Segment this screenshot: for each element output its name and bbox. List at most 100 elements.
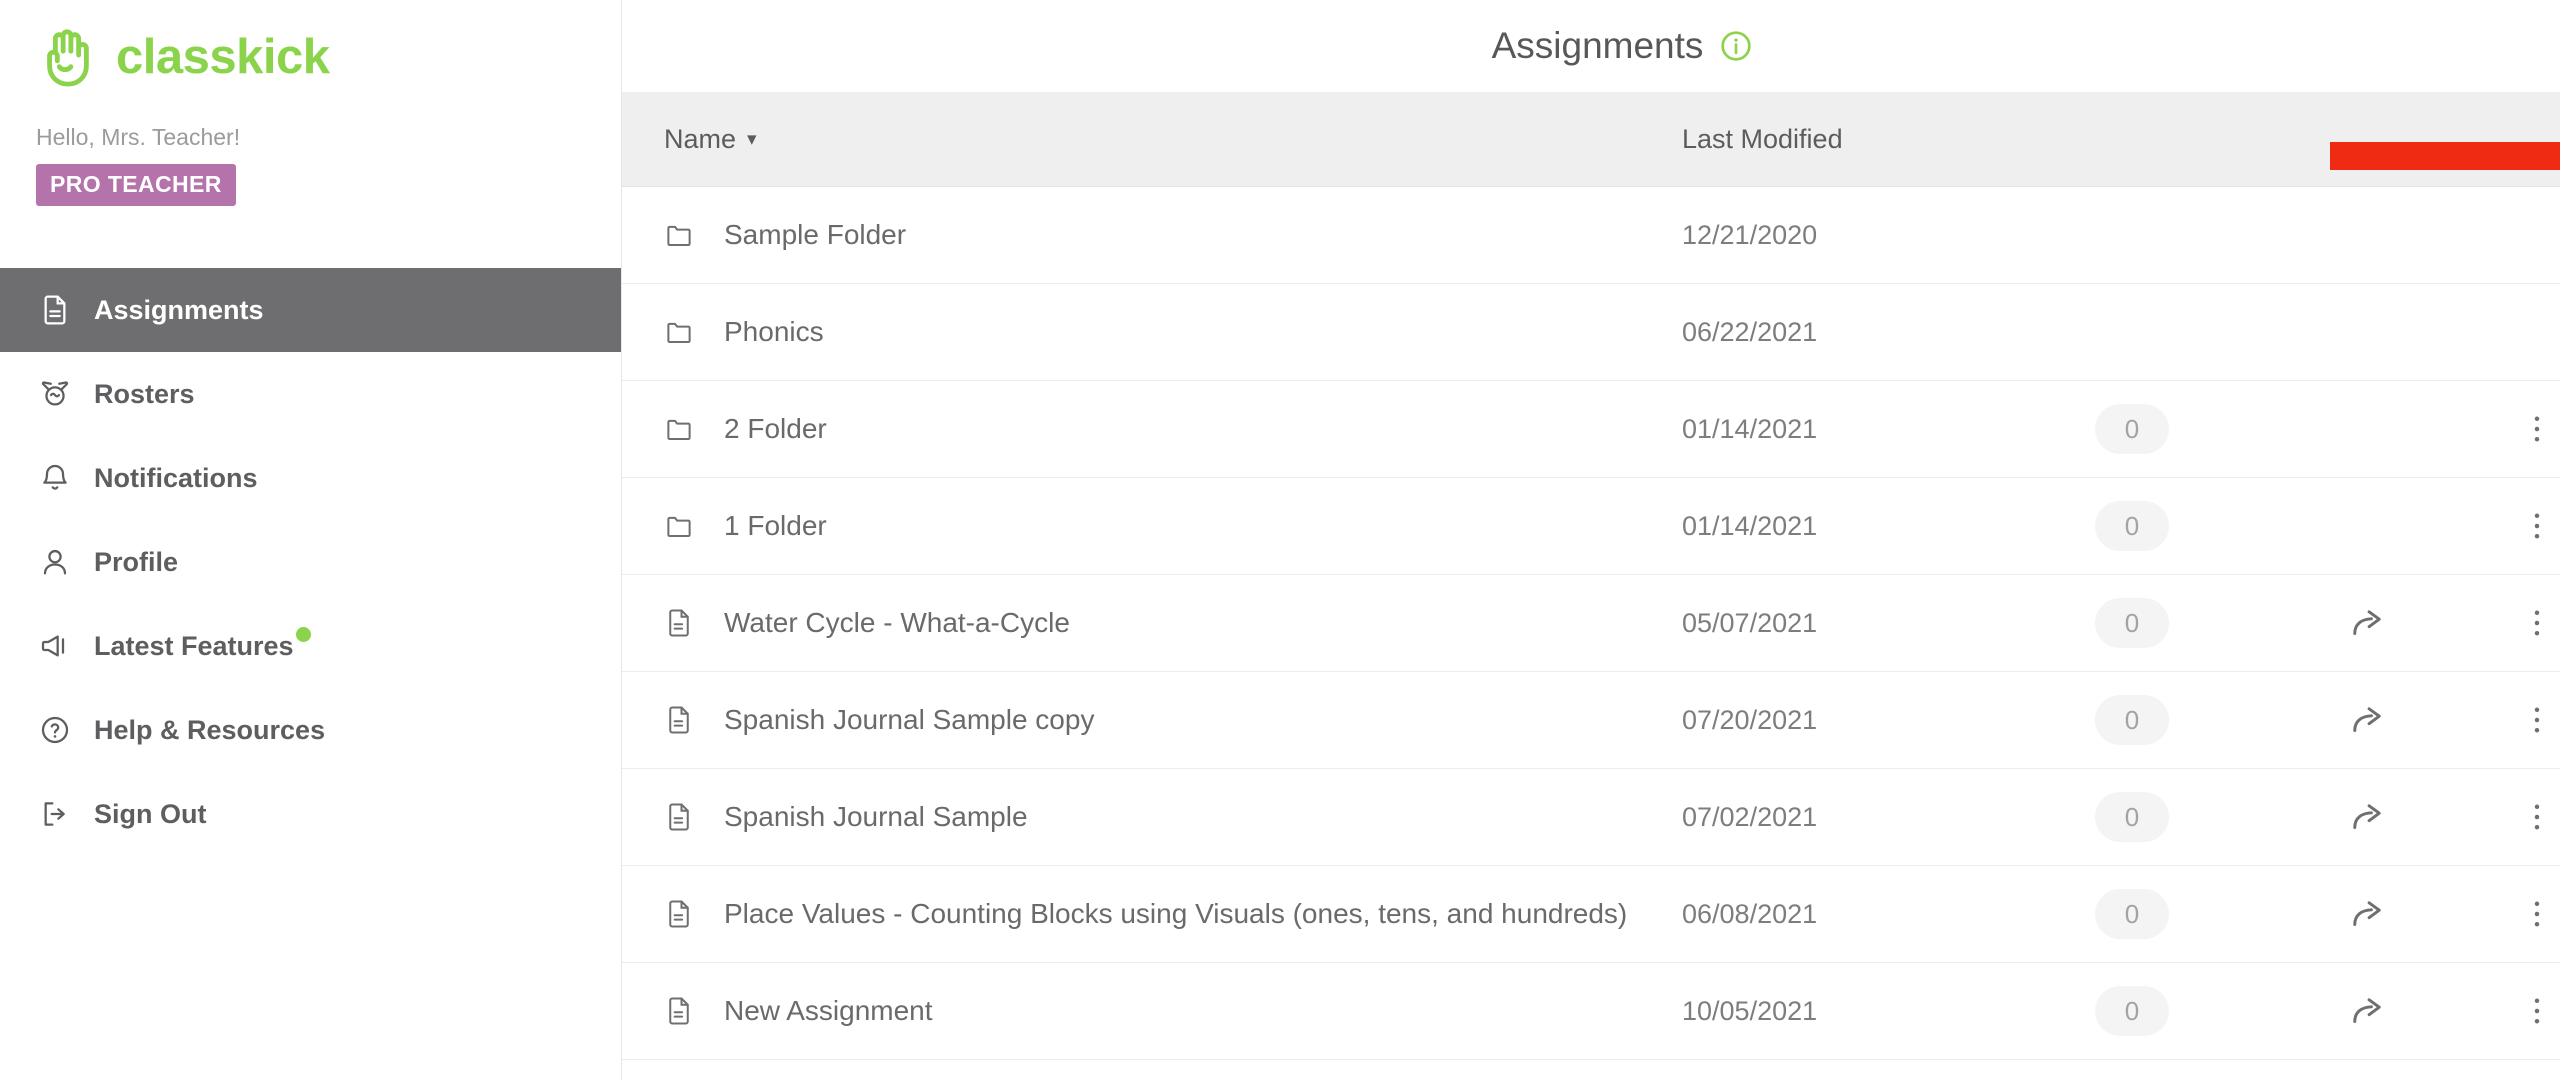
row-count-cell: 0 (1982, 986, 2282, 1036)
row-name-cell[interactable]: Water Cycle - What-a-Cycle (622, 604, 1682, 642)
table-row[interactable]: Water Cycle - What-a-Cycle 05/07/2021 0 (622, 575, 2560, 672)
row-last-modified: 06/22/2021 (1682, 316, 1818, 347)
row-name-cell[interactable]: Spanish Journal Sample copy (622, 701, 1682, 739)
folder-icon (664, 216, 698, 254)
table-row[interactable]: Phonics 06/22/2021 (622, 284, 2560, 381)
row-name-label: Phonics (724, 316, 824, 347)
table-row[interactable]: Spanish Journal Sample 07/02/2021 0 (622, 769, 2560, 866)
brand-logo-block[interactable]: classkick (0, 0, 621, 88)
table-row[interactable]: Sample Folder 12/21/2020 (622, 187, 2560, 284)
sidebar-item-rosters[interactable]: Rosters (0, 352, 621, 436)
folder-icon (664, 507, 698, 545)
row-more-cell (2452, 988, 2560, 1034)
table-row[interactable]: New Assignment 10/05/2021 0 (622, 963, 2560, 1060)
sidebar: classkick Hello, Mrs. Teacher! PRO TEACH… (0, 0, 622, 1080)
row-name-cell[interactable]: 1 Folder (622, 507, 1682, 545)
share-icon[interactable] (2344, 988, 2390, 1034)
folder-icon (664, 313, 698, 351)
share-icon[interactable] (2344, 697, 2390, 743)
row-name-cell[interactable]: Phonics (622, 313, 1682, 351)
student-count-badge: 0 (2095, 695, 2169, 745)
sidebar-item-latest-features[interactable]: Latest Features (0, 604, 621, 688)
row-name-cell[interactable]: 2 Folder (622, 410, 1682, 448)
row-name-label: Spanish Journal Sample copy (724, 704, 1095, 735)
row-last-modified: 05/07/2021 (1682, 607, 1818, 638)
more-options-icon[interactable] (2514, 600, 2560, 646)
row-name-cell[interactable]: New Assignment (622, 992, 1682, 1030)
user-greeting: Hello, Mrs. Teacher! (36, 124, 241, 150)
megaphone-icon (38, 629, 72, 663)
row-more-cell (2452, 406, 2560, 452)
row-count-cell: 0 (1982, 695, 2282, 745)
row-more-cell (2452, 503, 2560, 549)
share-icon[interactable] (2344, 794, 2390, 840)
hand-logo-icon (36, 26, 98, 88)
row-last-modified: 01/14/2021 (1682, 413, 1818, 444)
sidebar-item-profile[interactable]: Profile (0, 520, 621, 604)
row-count-cell: 0 (1982, 792, 2282, 842)
main-content: Assignments Name ▾ Last Modified Sample … (622, 0, 2560, 1080)
column-header-name[interactable]: Name ▾ (622, 124, 1682, 155)
row-last-modified: 06/08/2021 (1682, 898, 1818, 929)
document-icon (664, 798, 698, 836)
brand-name: classkick (116, 29, 330, 84)
info-circle-icon[interactable] (1720, 30, 1752, 62)
row-share-cell (2282, 794, 2452, 840)
document-icon (664, 895, 698, 933)
row-name-label: Sample Folder (724, 219, 907, 250)
row-last-modified: 07/20/2021 (1682, 704, 1818, 735)
folder-icon (664, 410, 698, 448)
sign-out-icon (38, 797, 72, 831)
more-options-icon[interactable] (2514, 503, 2560, 549)
table-row[interactable]: 1 Folder 01/14/2021 0 (622, 478, 2560, 575)
table-row[interactable]: Place Values - Counting Blocks using Vis… (622, 866, 2560, 963)
column-header-last-modified[interactable]: Last Modified (1682, 124, 1982, 155)
document-icon (664, 701, 698, 739)
more-options-icon[interactable] (2514, 891, 2560, 937)
assignments-table: Name ▾ Last Modified Sample Folder 12/21/… (622, 92, 2560, 1060)
sidebar-item-label: Latest Features (94, 626, 311, 662)
row-name-cell[interactable]: Spanish Journal Sample (622, 798, 1682, 836)
row-last-modified: 12/21/2020 (1682, 219, 1818, 250)
row-count-cell: 0 (1982, 598, 2282, 648)
sidebar-item-label: Notifications (94, 462, 258, 493)
sidebar-item-text: Latest Features (94, 630, 294, 661)
share-icon[interactable] (2344, 600, 2390, 646)
row-name-label: Water Cycle - What-a-Cycle (724, 607, 1070, 638)
row-name-cell[interactable]: Place Values - Counting Blocks using Vis… (622, 895, 1682, 933)
row-name-label: 1 Folder (724, 510, 827, 541)
row-name-label: New Assignment (724, 995, 933, 1026)
bell-icon (38, 461, 72, 495)
row-more-cell (2452, 794, 2560, 840)
row-share-cell (2282, 600, 2452, 646)
table-header-row: Name ▾ Last Modified (622, 92, 2560, 187)
sidebar-item-label: Rosters (94, 378, 195, 409)
row-share-cell (2282, 697, 2452, 743)
sidebar-item-assignments[interactable]: Assignments (0, 268, 621, 352)
student-count-badge: 0 (2095, 986, 2169, 1036)
row-name-cell[interactable]: Sample Folder (622, 216, 1682, 254)
sidebar-item-label: Sign Out (94, 798, 207, 829)
new-feature-dot (295, 626, 311, 642)
student-count-badge: 0 (2095, 792, 2169, 842)
more-options-icon[interactable] (2514, 794, 2560, 840)
student-count-badge: 0 (2095, 889, 2169, 939)
sidebar-item-label: Profile (94, 546, 179, 577)
sidebar-item-notifications[interactable]: Notifications (0, 436, 621, 520)
row-share-cell (2282, 988, 2452, 1034)
table-row[interactable]: Spanish Journal Sample copy 07/20/2021 0 (622, 672, 2560, 769)
document-icon (664, 992, 698, 1030)
row-last-modified: 10/05/2021 (1682, 995, 1818, 1026)
person-icon (38, 545, 72, 579)
pro-teacher-badge: PRO TEACHER (36, 164, 236, 206)
row-last-modified: 01/14/2021 (1682, 510, 1818, 541)
share-icon[interactable] (2344, 891, 2390, 937)
row-share-cell (2282, 891, 2452, 937)
more-options-icon[interactable] (2514, 406, 2560, 452)
table-row[interactable]: 2 Folder 01/14/2021 0 (622, 381, 2560, 478)
sidebar-item-sign-out[interactable]: Sign Out (0, 772, 621, 856)
more-options-icon[interactable] (2514, 697, 2560, 743)
student-count-badge: 0 (2095, 598, 2169, 648)
more-options-icon[interactable] (2514, 988, 2560, 1034)
sidebar-item-help-resources[interactable]: Help & Resources (0, 688, 621, 772)
